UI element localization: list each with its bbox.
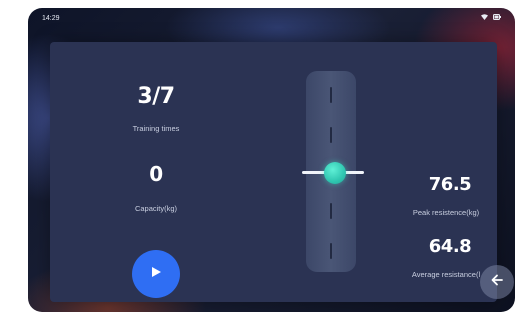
device-screen: 14:29 3/7 Training times 0 Capacity(kg) (28, 8, 515, 312)
arrow-left-icon (490, 273, 504, 292)
wifi-icon (481, 14, 488, 22)
training-times-value: 3/7 (137, 84, 175, 109)
training-panel: 3/7 Training times 0 Capacity(kg) 76.5 P… (50, 42, 497, 302)
peak-resistance-value: 76.5 (428, 174, 472, 195)
track-dash (330, 203, 332, 219)
peak-resistance-label: Peak resistence(kg) (412, 208, 480, 217)
track-dash (330, 243, 332, 259)
battery-icon (493, 14, 501, 22)
status-time: 14:29 (42, 15, 60, 22)
capacity-value: 0 (149, 162, 163, 186)
slider-thumb[interactable] (324, 162, 346, 184)
play-icon (150, 265, 162, 283)
training-times-label: Training times (132, 124, 180, 133)
back-button[interactable] (480, 265, 514, 299)
capacity-label: Capacity(kg) (134, 204, 178, 213)
status-icons (481, 14, 501, 22)
status-bar: 14:29 (28, 8, 515, 30)
play-button[interactable] (132, 250, 180, 298)
average-resistance-value: 64.8 (428, 236, 472, 257)
track-dash (330, 87, 332, 103)
track-dash (330, 127, 332, 143)
